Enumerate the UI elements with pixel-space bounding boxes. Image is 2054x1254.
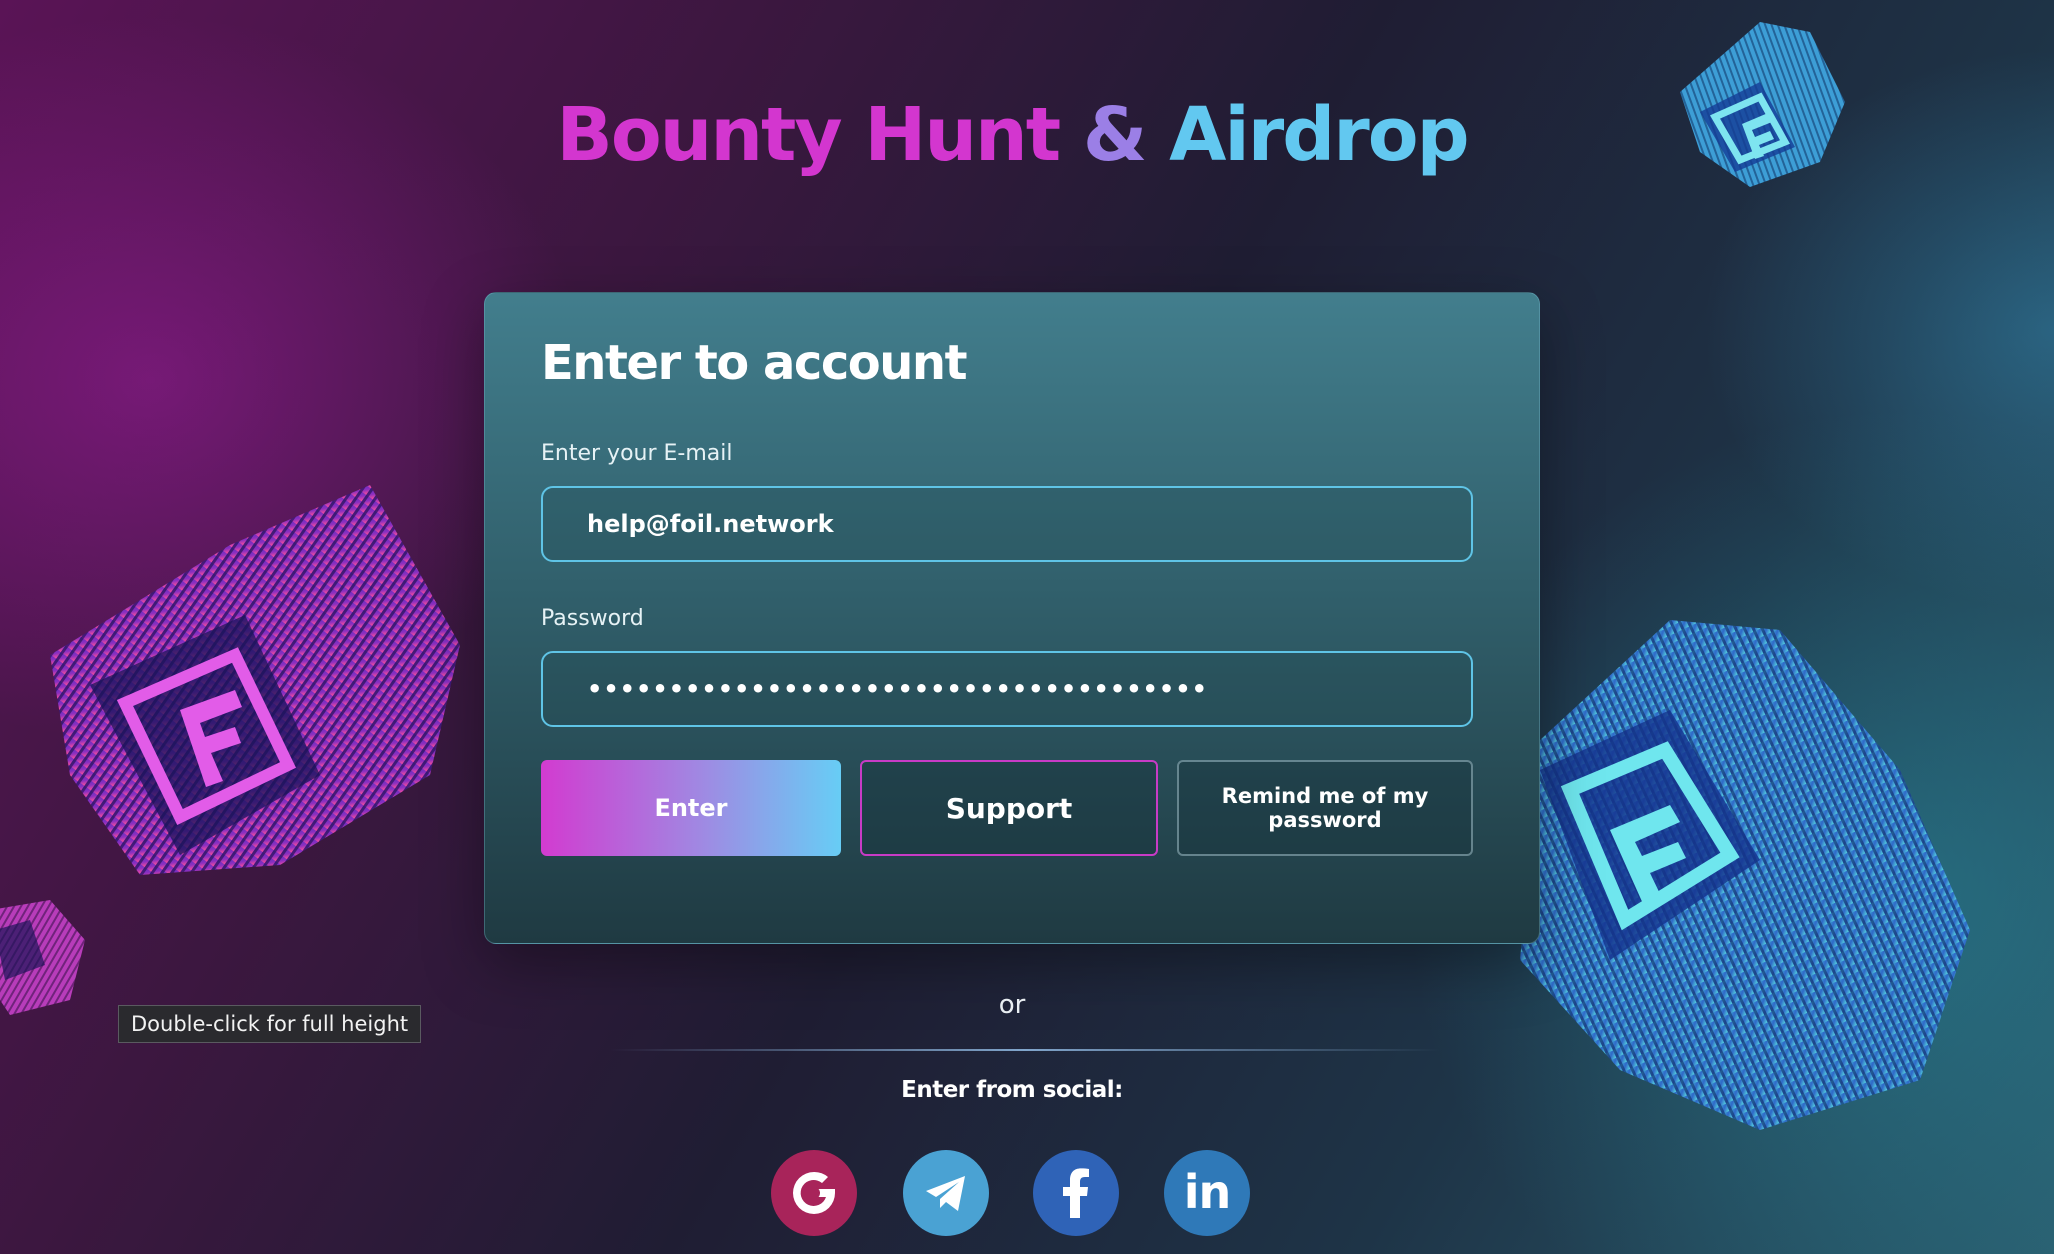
decorative-cube-cyan (1500, 600, 1980, 1140)
decorative-cube-pink (30, 445, 470, 885)
tooltip: Double-click for full height (118, 1005, 422, 1043)
divider (610, 1049, 1440, 1051)
facebook-icon (1063, 1168, 1089, 1218)
password-value: •••••••••••••••••••••••••••••••••••••• (587, 675, 1208, 703)
linkedin-icon: in (1183, 1165, 1232, 1219)
enter-button-label: Enter (654, 794, 728, 822)
support-button-label: Support (945, 791, 1073, 825)
telegram-login-button[interactable] (903, 1150, 989, 1236)
linkedin-login-button[interactable]: in (1164, 1150, 1250, 1236)
tooltip-text: Double-click for full height (131, 1012, 409, 1036)
social-login-title: Enter from social: (901, 1077, 1123, 1103)
google-login-button[interactable] (771, 1150, 857, 1236)
password-label: Password (541, 606, 644, 631)
title-bounty-hunt: Bounty Hunt (556, 92, 1061, 178)
email-value: help@foil.network (587, 510, 834, 538)
email-label: Enter your E-mail (541, 441, 733, 466)
remind-password-label: Remind me of my password (1221, 784, 1429, 832)
password-field[interactable]: •••••••••••••••••••••••••••••••••••••• (541, 651, 1473, 727)
page-title: Bounty Hunt & Airdrop (0, 92, 2024, 178)
title-ampersand: & (1082, 92, 1148, 178)
email-field[interactable]: help@foil.network (541, 486, 1473, 562)
support-button[interactable]: Support (860, 760, 1158, 856)
remind-password-button[interactable]: Remind me of my password (1177, 760, 1473, 856)
title-airdrop: Airdrop (1169, 92, 1469, 178)
google-icon (793, 1171, 835, 1214)
telegram-icon (926, 1176, 965, 1211)
login-heading: Enter to account (541, 335, 968, 391)
enter-button[interactable]: Enter (541, 760, 841, 856)
login-card: Enter to account Enter your E-mail help@… (484, 292, 1540, 944)
facebook-login-button[interactable] (1033, 1150, 1119, 1236)
